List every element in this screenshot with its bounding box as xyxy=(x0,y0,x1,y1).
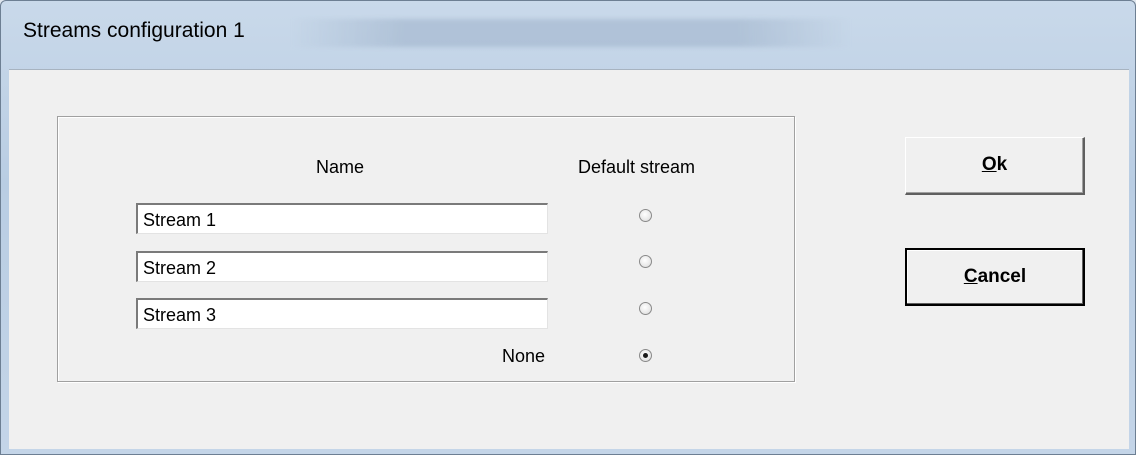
none-default-radio[interactable] xyxy=(639,349,652,362)
title-bar[interactable]: Streams configuration 1 xyxy=(1,1,1135,69)
stream-1-default-radio[interactable] xyxy=(639,209,652,222)
ok-button[interactable]: Ok xyxy=(905,137,1085,195)
cancel-label-rest: ancel xyxy=(977,266,1027,287)
cancel-mnemonic: C xyxy=(963,266,978,287)
stream-2-default-radio[interactable] xyxy=(639,255,652,268)
name-column-header: Name xyxy=(316,157,365,177)
stream-3-default-radio[interactable] xyxy=(639,302,652,315)
window-title: Streams configuration 1 xyxy=(23,19,245,42)
stream-3-name-input[interactable]: Stream 3 xyxy=(136,298,548,329)
default-stream-column-header: Default stream xyxy=(578,157,696,177)
dialog-window: Streams configuration 1 Name Default str… xyxy=(0,0,1136,455)
dialog-client-area: Name Default stream Stream 1 Stream 2 St… xyxy=(9,69,1129,449)
ok-label-rest: k xyxy=(996,154,1008,175)
title-bar-background-blur xyxy=(291,19,851,47)
stream-2-name-input[interactable]: Stream 2 xyxy=(136,251,548,282)
ok-mnemonic: O xyxy=(981,154,997,175)
stream-1-name-input[interactable]: Stream 1 xyxy=(136,203,548,234)
none-option-label: None xyxy=(502,346,546,366)
cancel-button[interactable]: Cancel xyxy=(905,248,1085,306)
streams-group-box: Name Default stream Stream 1 Stream 2 St… xyxy=(57,116,795,382)
